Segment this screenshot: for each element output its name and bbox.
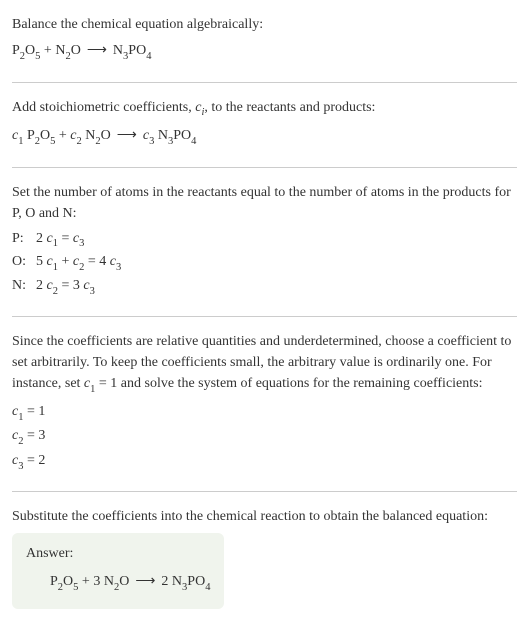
- balance-equation: 2 c1 = c3: [36, 228, 121, 252]
- coefficient-solutions: c1 = 1 c2 = 3 c3 = 2: [12, 401, 517, 474]
- balance-equation: 5 c1 + c2 = 4 c3: [36, 251, 121, 275]
- section-solve: Since the coefficients are relative quan…: [12, 325, 517, 483]
- arrow-icon: ⟶: [111, 126, 143, 142]
- coeff-equation: c1 P2O5 + c2 N2O⟶c3 N3PO4: [12, 124, 517, 149]
- arrow-icon: ⟶: [129, 572, 161, 588]
- section-atom-balance: Set the number of atoms in the reactants…: [12, 176, 517, 309]
- answer-label: Answer:: [26, 543, 210, 564]
- product-1: N3PO4: [113, 43, 152, 58]
- table-row: P: 2 c1 = c3: [12, 228, 121, 252]
- solve-text: Since the coefficients are relative quan…: [12, 331, 517, 397]
- divider: [12, 316, 517, 317]
- element-label: N:: [12, 275, 36, 299]
- arrow-icon: ⟶: [81, 41, 113, 57]
- element-label: P:: [12, 228, 36, 252]
- list-item: c3 = 2: [12, 450, 517, 474]
- divider: [12, 491, 517, 492]
- balance-equation: 2 c2 = 3 c3: [36, 275, 121, 299]
- section-problem: Balance the chemical equation algebraica…: [12, 8, 517, 74]
- problem-title: Balance the chemical equation algebraica…: [12, 14, 517, 35]
- table-row: O: 5 c1 + c2 = 4 c3: [12, 251, 121, 275]
- divider: [12, 82, 517, 83]
- atom-balance-table: P: 2 c1 = c3 O: 5 c1 + c2 = 4 c3 N: 2 c2…: [12, 228, 121, 299]
- plus: +: [40, 43, 55, 58]
- atom-balance-title: Set the number of atoms in the reactants…: [12, 182, 517, 224]
- answer-title: Substitute the coefficients into the che…: [12, 506, 517, 527]
- divider: [12, 167, 517, 168]
- element-label: O:: [12, 251, 36, 275]
- balanced-equation: P2O5 + 3 N2O⟶2 N3PO4: [26, 570, 210, 595]
- section-coefficients: Add stoichiometric coefficients, ci, to …: [12, 91, 517, 159]
- section-answer: Substitute the coefficients into the che…: [12, 500, 517, 615]
- table-row: N: 2 c2 = 3 c3: [12, 275, 121, 299]
- list-item: c2 = 3: [12, 425, 517, 449]
- list-item: c1 = 1: [12, 401, 517, 425]
- unbalanced-equation: P2O5 + N2O⟶N3PO4: [12, 39, 517, 64]
- answer-box: Answer: P2O5 + 3 N2O⟶2 N3PO4: [12, 533, 224, 609]
- coeff-title: Add stoichiometric coefficients, ci, to …: [12, 97, 517, 121]
- reactant-1: P2O5: [12, 43, 40, 58]
- reactant-2: N2O: [55, 43, 81, 58]
